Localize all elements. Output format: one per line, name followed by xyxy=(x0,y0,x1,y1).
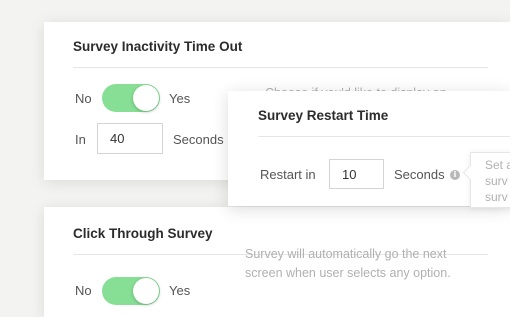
restart-divider xyxy=(258,136,510,137)
restart-in-label: Restart in xyxy=(260,167,316,182)
inactivity-in-label: In xyxy=(75,132,86,147)
click-through-description-line-1: Survey will automatically go the next xyxy=(245,247,447,261)
restart-tooltip: Set a surv surv xyxy=(462,152,510,208)
toggle-knob xyxy=(133,85,159,111)
inactivity-toggle-no-label: No xyxy=(75,91,92,106)
click-through-card-title: Click Through Survey xyxy=(73,226,213,241)
inactivity-toggle[interactable] xyxy=(102,84,160,112)
inactivity-card-title: Survey Inactivity Time Out xyxy=(73,39,243,54)
inactivity-timeout-input[interactable] xyxy=(97,123,163,154)
inactivity-divider xyxy=(73,67,488,68)
click-through-toggle-yes-label: Yes xyxy=(169,283,191,298)
tooltip-line-2: surv xyxy=(485,174,508,188)
restart-seconds-label: Seconds xyxy=(394,167,445,182)
restart-time-input[interactable] xyxy=(329,159,384,189)
click-through-description-line-2: screen when user selects any option. xyxy=(245,266,451,280)
tooltip-arrow xyxy=(462,164,479,181)
click-through-card: Click Through Survey No Yes Survey will … xyxy=(44,207,510,317)
tooltip-line-3: surv xyxy=(485,190,508,204)
tooltip-line-1: Set a xyxy=(485,158,510,172)
restart-card: Survey Restart Time Restart in Seconds i… xyxy=(228,91,510,208)
info-icon[interactable]: i xyxy=(450,170,460,180)
restart-card-title: Survey Restart Time xyxy=(258,108,389,123)
inactivity-toggle-yes-label: Yes xyxy=(169,91,191,106)
click-through-toggle[interactable] xyxy=(102,277,160,305)
inactivity-seconds-label: Seconds xyxy=(173,132,224,147)
toggle-knob xyxy=(133,278,159,304)
click-through-toggle-no-label: No xyxy=(75,283,92,298)
